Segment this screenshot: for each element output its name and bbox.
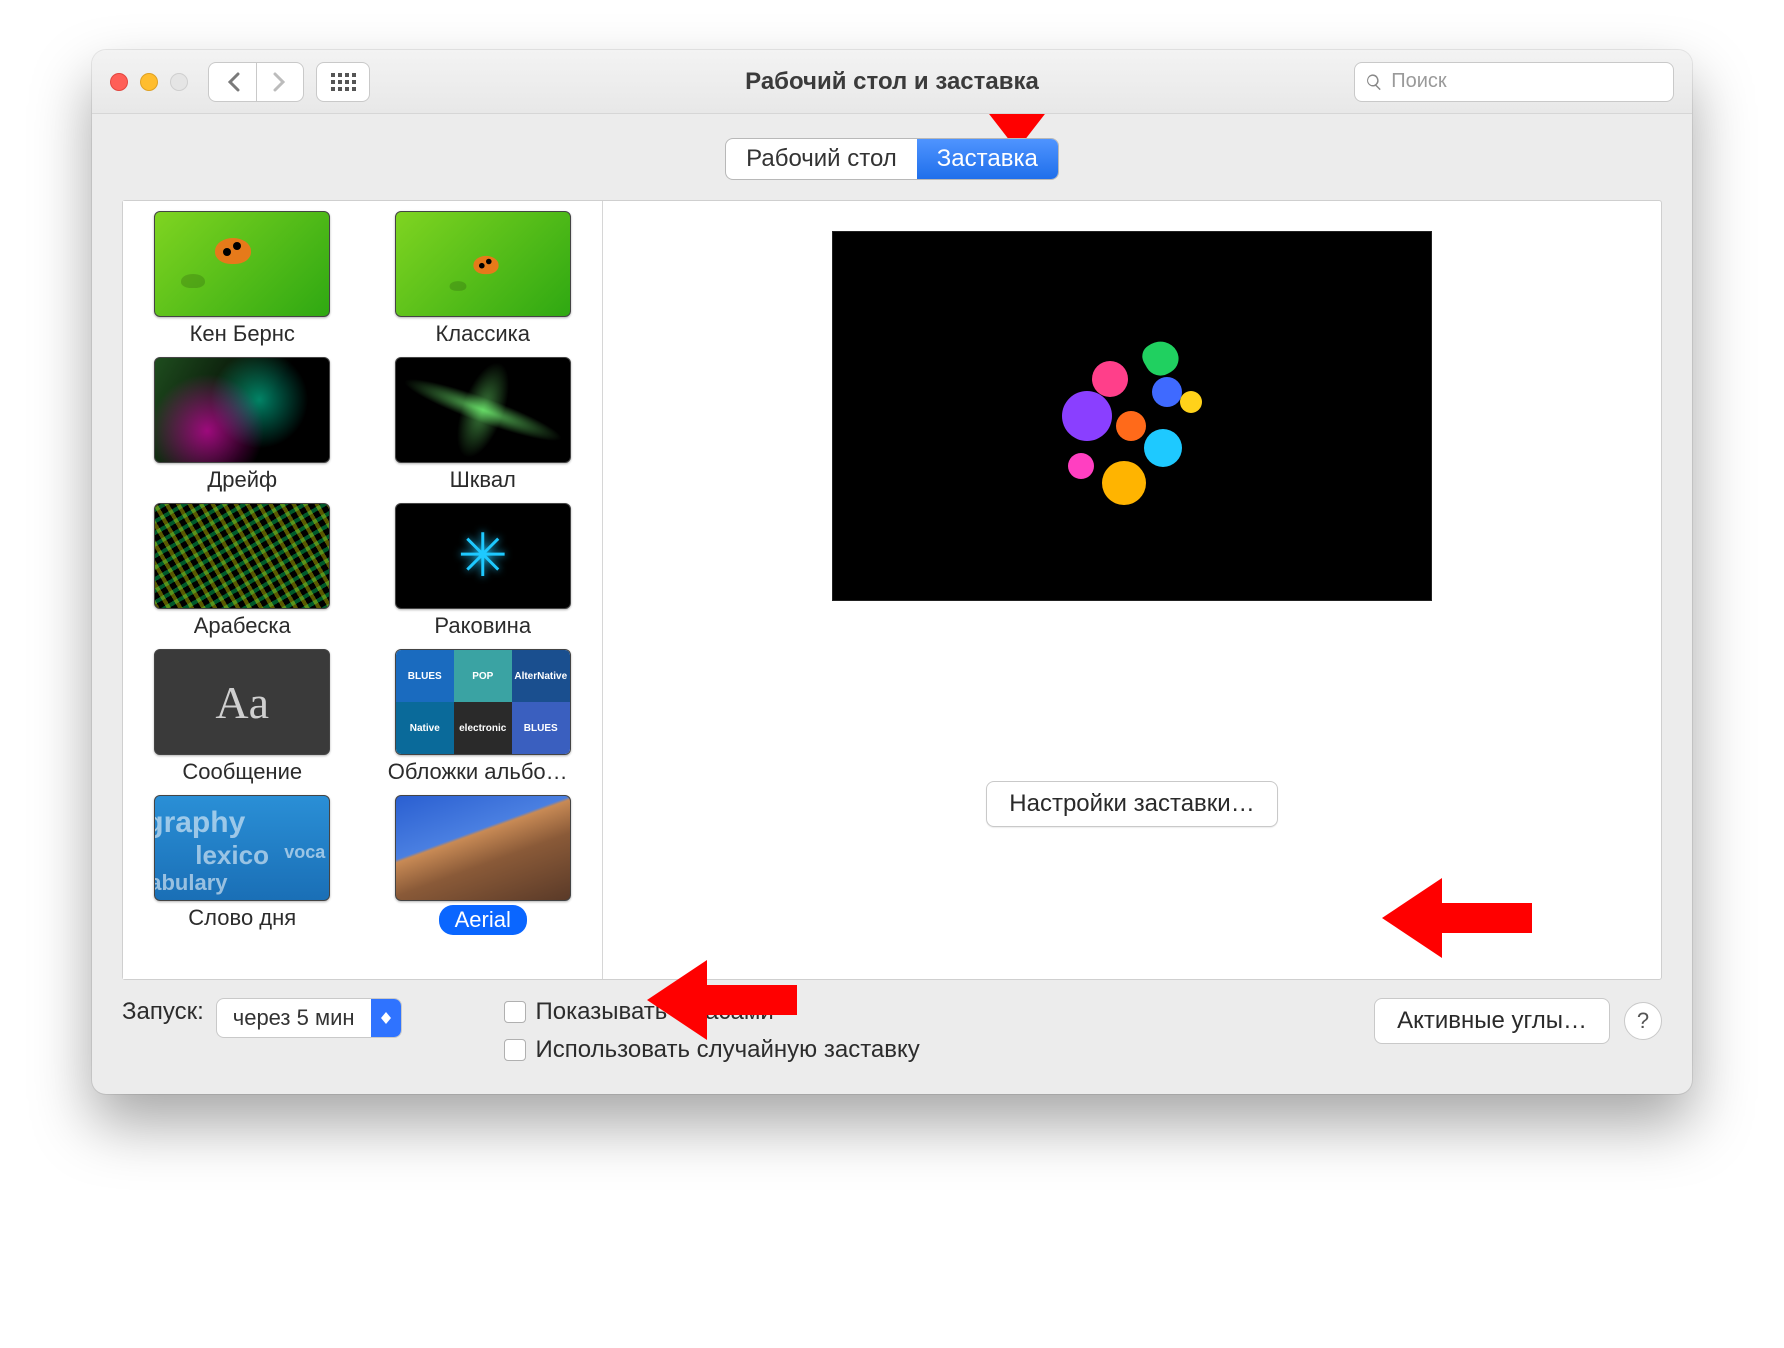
- show-all-button[interactable]: [316, 62, 370, 102]
- tab-switcher: Рабочий стол Заставка: [725, 138, 1059, 180]
- screensaver-item-shell[interactable]: Раковина: [372, 503, 595, 639]
- thumbnail: BLUESPOPAlterNative NativeelectronicBLUE…: [395, 649, 571, 755]
- checkbox-label: Показывать с часами: [536, 998, 774, 1026]
- thumbnail: [395, 503, 571, 609]
- thumbnail: [154, 357, 330, 463]
- apple-logo-icon: [1052, 321, 1212, 511]
- thumbnail-label: Aerial: [439, 905, 527, 935]
- checkbox-icon: [504, 1039, 526, 1061]
- thumbnail: graphyvoca lexicoabulary: [154, 795, 330, 901]
- thumbnail-label: Дрейф: [207, 467, 277, 493]
- thumbnail: [154, 211, 330, 317]
- screensaver-item-classic[interactable]: Классика: [372, 211, 595, 347]
- content-area: Кен Бернс Классика Дрейф Шквал: [122, 200, 1662, 980]
- help-button[interactable]: ?: [1624, 1002, 1662, 1040]
- preview-pane: Настройки заставки…: [603, 201, 1661, 979]
- thumbnail-label: Сообщение: [182, 759, 302, 785]
- hot-corners-button[interactable]: Активные углы…: [1374, 998, 1610, 1044]
- tab-screensaver[interactable]: Заставка: [917, 139, 1058, 179]
- thumbnail-label: Слово дня: [188, 905, 296, 931]
- search-field[interactable]: [1354, 62, 1674, 102]
- screensaver-item-aerial[interactable]: Aerial: [372, 795, 595, 935]
- thumbnail-label: Классика: [435, 321, 530, 347]
- forward-button[interactable]: [256, 62, 304, 102]
- screensaver-item-album-covers[interactable]: BLUESPOPAlterNative NativeelectronicBLUE…: [372, 649, 595, 785]
- screensaver-item-drift[interactable]: Дрейф: [131, 357, 354, 493]
- screensaver-preview: [832, 231, 1432, 601]
- checkbox-icon: [504, 1001, 526, 1023]
- screensaver-list[interactable]: Кен Бернс Классика Дрейф Шквал: [123, 201, 603, 979]
- screensaver-options-button[interactable]: Настройки заставки…: [986, 781, 1277, 827]
- start-after-select[interactable]: через 5 мин: [216, 998, 402, 1038]
- thumbnail: [395, 211, 571, 317]
- random-screensaver-checkbox[interactable]: Использовать случайную заставку: [504, 1036, 920, 1064]
- show-clock-checkbox[interactable]: Показывать с часами: [504, 998, 920, 1026]
- nav-buttons: [208, 62, 304, 102]
- screensaver-item-word-of-day[interactable]: graphyvoca lexicoabulary Слово дня: [131, 795, 354, 935]
- titlebar: Рабочий стол и заставка: [92, 50, 1692, 114]
- zoom-button[interactable]: [170, 73, 188, 91]
- thumbnail: [395, 795, 571, 901]
- select-arrows-icon: [371, 999, 401, 1037]
- thumbnail: [395, 357, 571, 463]
- thumbnail-label: Раковина: [434, 613, 531, 639]
- grid-icon: [331, 73, 356, 91]
- screensaver-item-arabesque[interactable]: Арабеска: [131, 503, 354, 639]
- thumbnail-label: Обложки альбом…: [388, 759, 578, 785]
- thumbnail-label: Шквал: [450, 467, 516, 493]
- thumbnail: Aa: [154, 649, 330, 755]
- screensaver-item-message[interactable]: Aa Сообщение: [131, 649, 354, 785]
- traffic-lights: [110, 73, 188, 91]
- thumbnail-label: Арабеска: [194, 613, 291, 639]
- close-button[interactable]: [110, 73, 128, 91]
- screensaver-item-flurry[interactable]: Шквал: [372, 357, 595, 493]
- tab-desktop[interactable]: Рабочий стол: [726, 139, 917, 179]
- search-icon: [1365, 72, 1383, 92]
- bottom-bar: Запуск: через 5 мин Показывать с часами …: [122, 998, 1662, 1064]
- thumbnail: [154, 503, 330, 609]
- start-after-value: через 5 мин: [217, 1005, 371, 1031]
- preferences-window: Рабочий стол и заставка Рабочий стол Зас…: [92, 50, 1692, 1094]
- screensaver-item-ken-burns[interactable]: Кен Бернс: [131, 211, 354, 347]
- minimize-button[interactable]: [140, 73, 158, 91]
- checkbox-label: Использовать случайную заставку: [536, 1036, 920, 1064]
- back-button[interactable]: [208, 62, 256, 102]
- search-input[interactable]: [1391, 70, 1663, 93]
- thumbnail-label: Кен Бернс: [190, 321, 295, 347]
- start-label: Запуск:: [122, 998, 204, 1026]
